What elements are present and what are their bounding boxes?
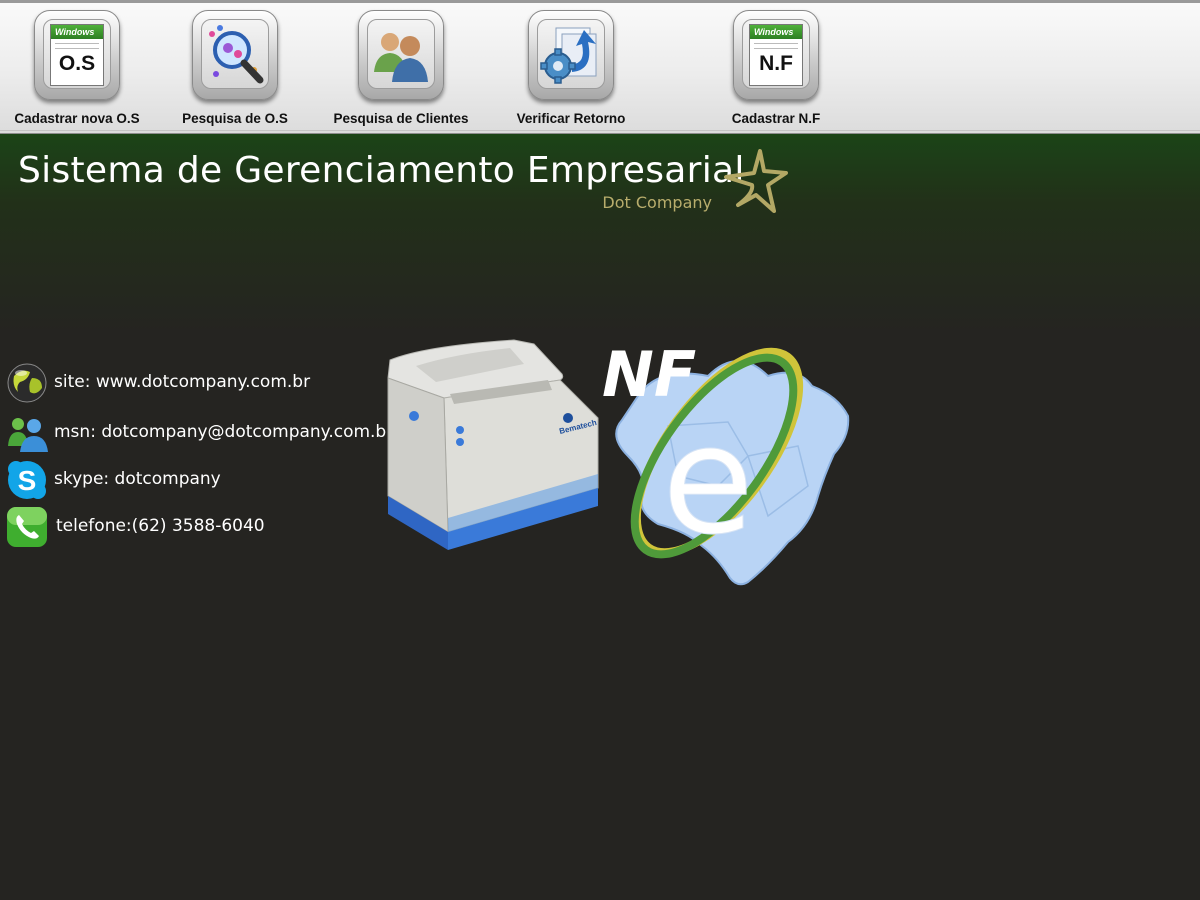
verificar-retorno-button[interactable]: Verificar Retorno	[486, 10, 656, 130]
verificar-retorno-label: Verificar Retorno	[516, 111, 626, 126]
contact-phone-text[interactable]: telefone:(62) 3588-6040	[56, 516, 265, 536]
nf-document-icon: Windows N.F	[749, 24, 803, 86]
pesquisa-de-clientes-label: Pesquisa de Clientes	[333, 111, 469, 126]
company-name: Dot Company	[602, 193, 712, 212]
pesquisa-de-os-label: Pesquisa de O.S	[182, 111, 288, 126]
phone-icon	[7, 507, 47, 547]
skype-icon: S	[8, 461, 46, 499]
cadastrar-nf-label: Cadastrar N.F	[731, 111, 821, 126]
clients-people-icon	[374, 33, 428, 82]
nfe-nf-text: NF	[602, 338, 696, 411]
os-document-icon: Windows O.S	[50, 24, 104, 86]
svg-text:S: S	[18, 465, 37, 496]
printer-icon: Bematech	[387, 339, 599, 550]
contact-site-text[interactable]: site: www.dotcompany.com.br	[54, 372, 310, 392]
pesquisa-de-os-button[interactable]: Pesquisa de O.S	[150, 10, 320, 130]
cadastrar-nf-button[interactable]: Windows N.F Cadastrar N.F	[691, 10, 861, 130]
magnifier-search-icon	[209, 25, 264, 84]
star-logo-icon	[724, 149, 788, 213]
nfe-e-letter: e	[662, 394, 754, 568]
gear-refresh-icon	[540, 27, 597, 84]
cadastrar-nova-os-label: Cadastrar nova O.S	[14, 111, 140, 126]
page-title: Sistema de Gerenciamento Empresarial	[18, 150, 745, 191]
msn-icon	[8, 418, 48, 452]
globe-icon	[7, 363, 47, 403]
contact-skype-text[interactable]: skype: dotcompany	[54, 469, 221, 489]
toolbar: Windows O.S Cadastrar nova O.S Pesquisa …	[0, 0, 1200, 134]
pesquisa-de-clientes-button[interactable]: Pesquisa de Clientes	[316, 10, 486, 130]
cadastrar-nova-os-button[interactable]: Windows O.S Cadastrar nova O.S	[0, 10, 162, 130]
nfe-logo-icon: e NF	[602, 338, 850, 586]
contact-msn-text[interactable]: msn: dotcompany@dotcompany.com.br	[54, 422, 393, 442]
